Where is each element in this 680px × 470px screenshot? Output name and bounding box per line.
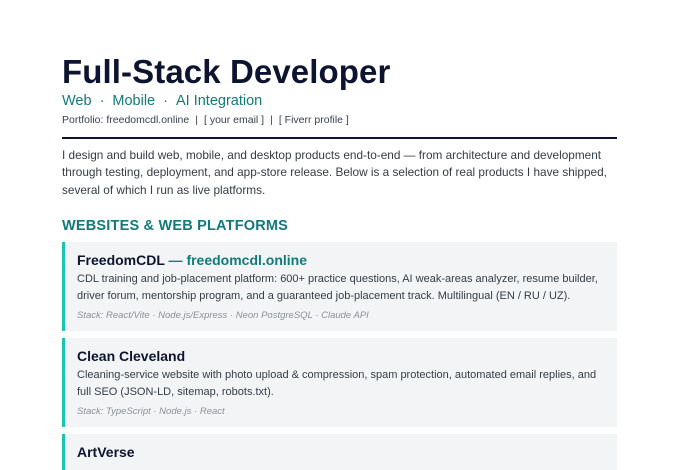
email-placeholder: [ your email ]	[203, 114, 265, 126]
project-stack: Stack: TypeScript · Node.js · React	[77, 406, 225, 417]
title-dash: —	[164, 252, 187, 268]
contact-links: Portfolio: freedomcdl.online | [ your em…	[62, 113, 617, 127]
project-name: FreedomCDL	[77, 252, 165, 268]
roles-line: Web · Mobile · AI Integration	[62, 92, 617, 110]
project-description: CDL training and job-placement platform:…	[77, 273, 598, 302]
role-ai-integration: AI Integration	[175, 93, 263, 109]
project-description: Cleaning-service website with photo uplo…	[77, 369, 597, 398]
project-stack: Stack: React/Vite · Node.js/Express · Ne…	[77, 310, 369, 321]
project-card-artverse: ArtVerse	[62, 434, 617, 470]
project-domain-link[interactable]: freedomcdl.online	[186, 252, 307, 268]
project-card-freedomcdl: FreedomCDL — freedomcdl.online CDL train…	[62, 242, 617, 331]
link-separator: |	[195, 114, 198, 126]
resume-page: Full-Stack Developer Web · Mobile · AI I…	[62, 52, 617, 470]
role-separator: ·	[99, 93, 105, 109]
role-separator: ·	[163, 93, 168, 109]
project-title: FreedomCDL — freedomcdl.online	[77, 251, 605, 269]
project-name: ArtVerse	[77, 444, 135, 460]
role-web: Web	[62, 93, 92, 109]
header-divider	[62, 137, 617, 139]
project-title: Clean Cleveland	[77, 347, 605, 365]
section-title-websites: WEBSITES & WEB PLATFORMS	[62, 218, 289, 234]
page-title: Full-Stack Developer	[62, 53, 391, 90]
project-card-clean-cleveland: Clean Cleveland Cleaning-service website…	[62, 338, 617, 427]
project-title: ArtVerse	[77, 443, 605, 461]
portfolio-link[interactable]: Portfolio: freedomcdl.online	[62, 113, 189, 127]
project-name: Clean Cleveland	[77, 348, 186, 364]
role-mobile: Mobile	[112, 93, 156, 109]
intro-paragraph: I design and build web, mobile, and desk…	[62, 147, 607, 197]
link-separator: |	[270, 114, 273, 126]
fiverr-placeholder: [ Fiverr profile ]	[278, 114, 349, 126]
